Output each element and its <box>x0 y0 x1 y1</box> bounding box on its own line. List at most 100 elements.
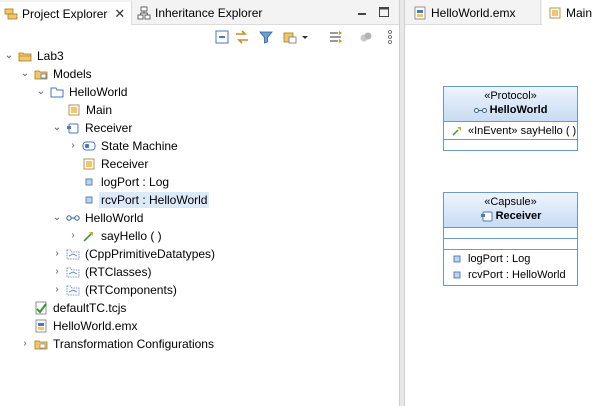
protocol-events-compartment: «InEvent» sayHello ( ) <box>444 122 577 140</box>
chevron-right-icon[interactable]: › <box>68 141 78 151</box>
chevron-down-icon[interactable]: ⌄ <box>36 87 46 97</box>
capsule-element[interactable]: «Capsule» Receiver logPort : Log rcvPort… <box>443 192 578 286</box>
tree-item-label: HelloWorld <box>85 211 144 225</box>
tree-item-defaulttc[interactable]: defaultTC.tcjs <box>0 299 399 317</box>
tc-file-icon <box>34 301 48 315</box>
tree-item-label: State Machine <box>101 139 178 153</box>
tree-item-helloworld-protocol[interactable]: ⌄ HelloWorld <box>0 209 399 227</box>
emx-file-icon <box>413 6 427 20</box>
more-options-button[interactable] <box>382 29 398 45</box>
explorer-toolbar <box>200 26 399 48</box>
layers-button[interactable] <box>358 29 374 45</box>
chevron-right-icon[interactable]: › <box>52 285 62 295</box>
editor-tab-bar: HelloWorld.emx Main <box>405 0 605 25</box>
chevron-right-icon[interactable]: › <box>20 339 30 349</box>
tree-item-label: Receiver <box>101 157 149 171</box>
tree-item-main[interactable]: Main <box>0 101 399 119</box>
maximize-button[interactable] <box>377 4 391 20</box>
inheritance-explorer-icon <box>137 6 151 20</box>
tree-item-helloworld-emx[interactable]: HelloWorld.emx <box>0 317 399 335</box>
capsule-header: «Capsule» Receiver <box>444 193 577 228</box>
diagram-icon <box>82 157 96 171</box>
tree-item-label: Main <box>86 103 113 117</box>
tree-item-receiver-capsule[interactable]: ⌄ Receiver <box>0 119 399 137</box>
tree-item-label: logPort : Log <box>101 175 170 189</box>
group-button[interactable] <box>282 29 298 45</box>
capsule-compartment-2 <box>444 239 577 250</box>
collapse-all-button[interactable] <box>214 29 230 45</box>
filter-button[interactable] <box>258 29 274 45</box>
chevron-right-icon[interactable]: › <box>52 249 62 259</box>
models-folder-icon <box>34 67 48 81</box>
close-icon[interactable]: ✕ <box>114 6 125 22</box>
capsule-icon <box>66 121 80 135</box>
app-window: Project Explorer ✕ Inheritance Explorer <box>0 0 605 406</box>
tab-project-explorer[interactable]: Project Explorer ✕ <box>0 0 132 25</box>
minimize-button[interactable] <box>355 4 369 20</box>
tree-item-helloworld-package[interactable]: ⌄ HelloWorld <box>0 83 399 101</box>
protocol-icon <box>66 211 80 225</box>
sync-button[interactable] <box>328 29 344 45</box>
tree-item-rcvport[interactable]: rcvPort : HelloWorld <box>0 191 399 209</box>
protocol-header: «Protocol» HelloWorld <box>444 87 577 122</box>
tab-label: HelloWorld.emx <box>431 5 516 20</box>
state-machine-icon <box>82 139 96 153</box>
chevron-down-icon[interactable]: ⌄ <box>52 123 62 133</box>
tree-item-label: HelloWorld.emx <box>53 319 138 333</box>
protocol-stereotype: «Protocol» <box>484 90 537 102</box>
chevron-down-icon[interactable]: ⌄ <box>20 69 30 79</box>
tree-item-label: Lab3 <box>37 49 64 63</box>
protocol-element[interactable]: «Protocol» HelloWorld «InEvent» sayHello… <box>443 86 578 151</box>
tree-item-logport[interactable]: logPort : Log <box>0 173 399 191</box>
port-icon <box>82 175 96 189</box>
package-folder-icon <box>50 85 64 99</box>
maximize-icon <box>379 7 389 17</box>
tree-item-label: (RTClasses) <box>85 265 152 279</box>
capsule-stereotype: «Capsule» <box>484 196 537 208</box>
tree-item-state-machine[interactable]: › State Machine <box>0 137 399 155</box>
protocol-name: HelloWorld <box>444 103 577 121</box>
tree-item-receiver-diagram[interactable]: Receiver <box>0 155 399 173</box>
link-with-editor-button[interactable] <box>234 29 250 45</box>
capsule-compartment-1 <box>444 228 577 239</box>
capsule-port-item[interactable]: logPort : Log <box>444 251 577 267</box>
tab-label: Project Explorer <box>22 6 108 21</box>
view-menu-button[interactable] <box>300 29 310 45</box>
capsule-port-item[interactable]: rcvPort : HelloWorld <box>444 267 577 283</box>
tab-helloworld-emx[interactable]: HelloWorld.emx <box>405 0 541 25</box>
protocol-empty-compartment <box>444 140 577 151</box>
port-icon <box>82 193 96 207</box>
tree-item-label: Transformation Configurations <box>53 337 214 351</box>
tree-item-lab3[interactable]: ⌄ Lab3 <box>0 47 399 65</box>
sync-icon <box>330 31 342 43</box>
capsule-icon <box>480 211 493 222</box>
tree-item-label: sayHello ( ) <box>101 229 162 243</box>
tree-item-cppprimitivedatatypes[interactable]: › (CppPrimitiveDatatypes) <box>0 245 399 263</box>
tab-inheritance-explorer[interactable]: Inheritance Explorer <box>133 0 283 25</box>
tree-item-sayhello[interactable]: › sayHello ( ) <box>0 227 399 245</box>
tree-item-label: (CppPrimitiveDatatypes) <box>85 247 216 261</box>
chevron-right-icon[interactable]: › <box>52 267 62 277</box>
tree-item-transformation-configurations[interactable]: › Transformation Configurations <box>0 335 399 353</box>
layers-icon <box>360 32 372 42</box>
tree-item-rtclasses[interactable]: › (RTClasses) <box>0 263 399 281</box>
port-icon <box>452 254 462 264</box>
protocol-icon <box>473 105 487 116</box>
chevron-down-icon[interactable]: ⌄ <box>4 51 14 61</box>
left-tab-bar: Project Explorer ✕ Inheritance Explorer <box>0 0 399 25</box>
library-icon <box>66 247 80 261</box>
tree-item-label: Models <box>53 67 92 81</box>
chevron-down-icon <box>302 36 308 39</box>
tree-item-label: rcvPort : HelloWorld <box>99 192 210 208</box>
diagram-icon <box>548 6 562 20</box>
chevron-down-icon[interactable]: ⌄ <box>52 213 62 223</box>
tree-item-rtcomponents[interactable]: › (RTComponents) <box>0 281 399 299</box>
protocol-event-item[interactable]: «InEvent» sayHello ( ) <box>444 123 577 139</box>
emx-file-icon <box>34 319 48 333</box>
tab-main[interactable]: Main <box>542 0 605 25</box>
chevron-right-icon[interactable]: › <box>68 231 78 241</box>
port-icon <box>452 270 462 280</box>
capsule-name: Receiver <box>444 209 577 227</box>
tree-item-models[interactable]: ⌄ Models <box>0 65 399 83</box>
library-icon <box>66 265 80 279</box>
